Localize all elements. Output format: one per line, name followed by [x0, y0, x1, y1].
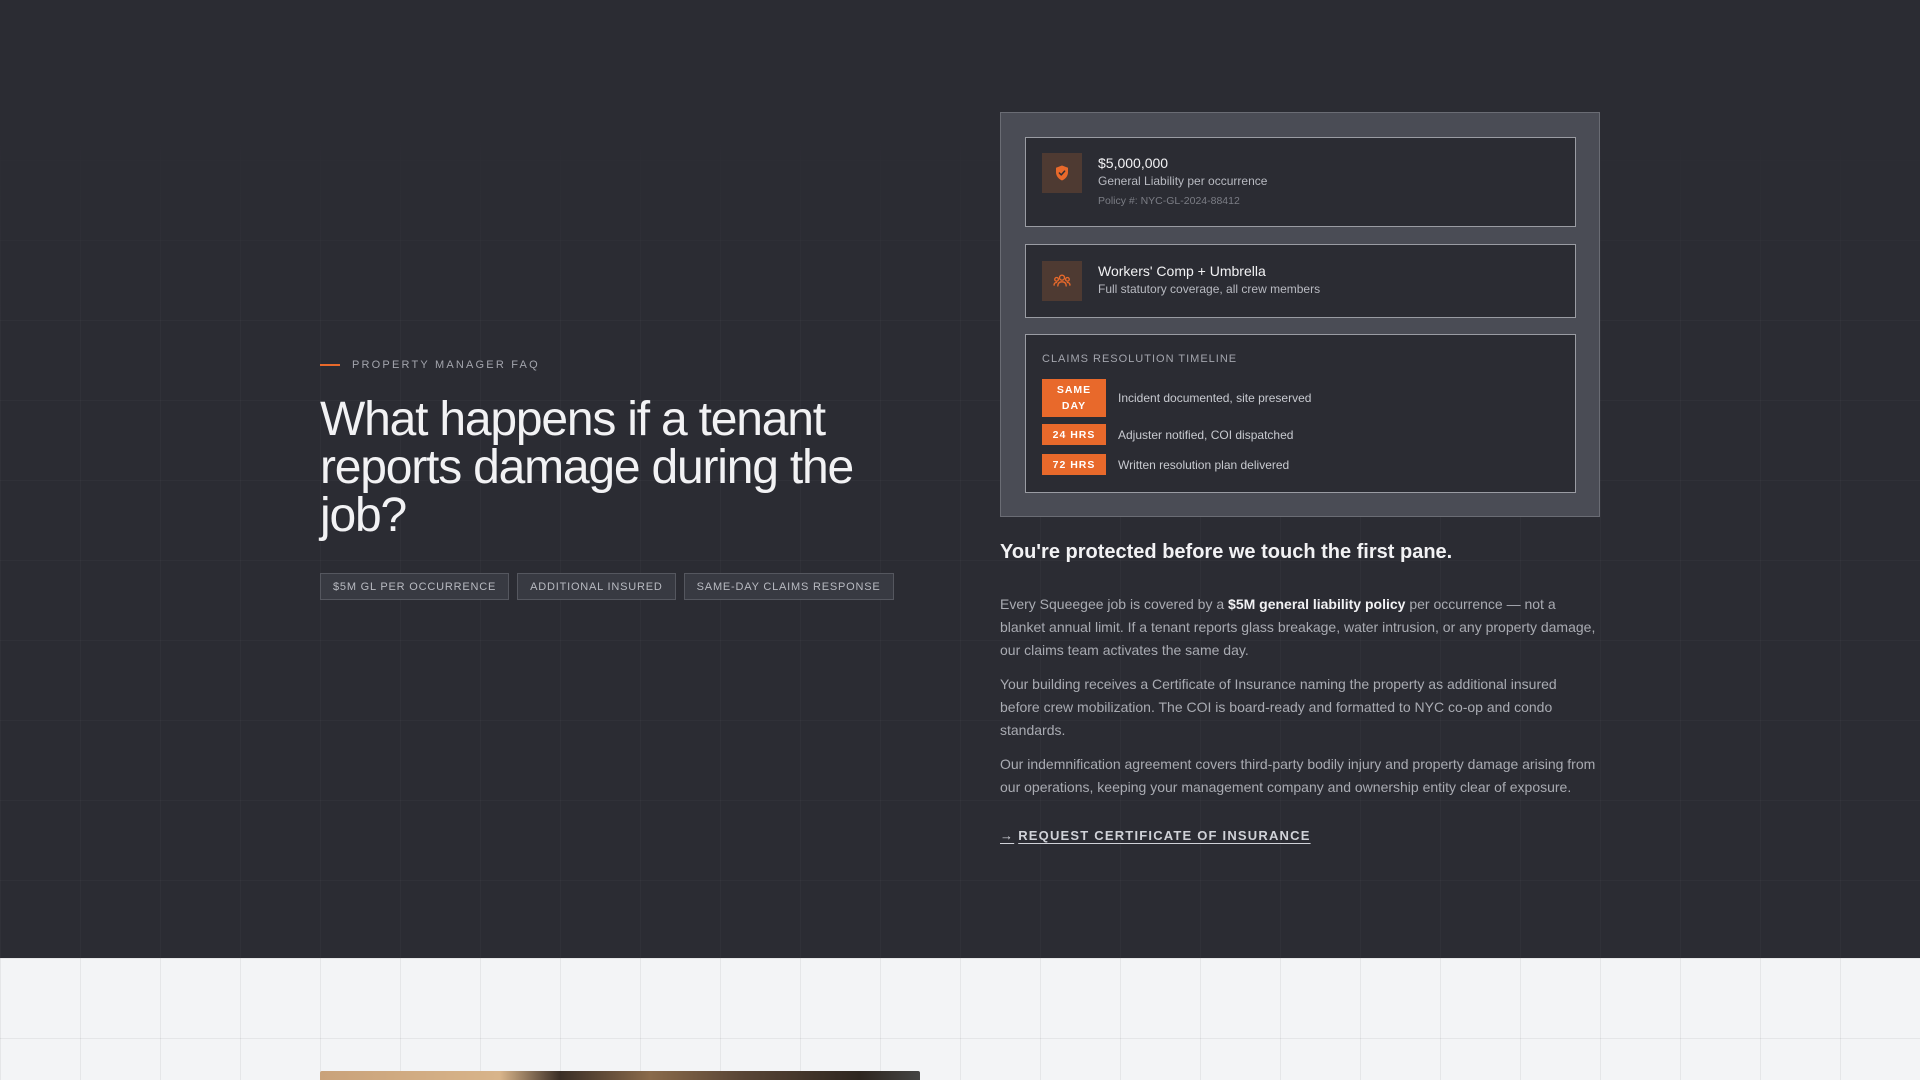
workers-comp-title: Workers' Comp + Umbrella: [1098, 263, 1266, 279]
gl-label: General Liability per occurrence: [1098, 174, 1268, 188]
timeline-badge: 24 HRS: [1042, 424, 1106, 445]
paragraph-highlight: $5M general liability policy: [1228, 596, 1406, 612]
tag-gl: $5M GL PER OCCURRENCE: [320, 573, 510, 600]
section-eyebrow: PROPERTY MANAGER FAQ: [320, 359, 540, 371]
coverage-panel: $5,000,000 General Liability per occurre…: [1000, 112, 1600, 517]
timeline-badge: 72 HRS: [1042, 454, 1106, 475]
eyebrow-dash: [320, 364, 340, 366]
workers-comp-label: Full statutory coverage, all crew member…: [1098, 282, 1321, 296]
claims-timeline-card: CLAIMS RESOLUTION TIMELINE SAME DAY Inci…: [1025, 334, 1576, 493]
timeline-text: Incident documented, site preserved: [1118, 391, 1312, 405]
coverage-tags: $5M GL PER OCCURRENCE ADDITIONAL INSURED…: [320, 573, 894, 600]
timeline-step: 24 HRS Adjuster notified, COI dispatched: [1042, 424, 1293, 445]
shield-check-icon: [1042, 153, 1082, 193]
timeline-text: Adjuster notified, COI dispatched: [1118, 427, 1294, 442]
next-section-background: [0, 958, 1920, 1080]
tag-claims-response: SAME-DAY CLAIMS RESPONSE: [683, 573, 894, 600]
timeline-label: CLAIMS RESOLUTION TIMELINE: [1042, 353, 1238, 365]
timeline-badge: SAME DAY: [1042, 379, 1106, 417]
answer-subheading: You're protected before we touch the fir…: [1000, 541, 1453, 563]
faq-question-heading: What happens if a tenant reports damage …: [320, 393, 854, 542]
request-coi-link[interactable]: → REQUEST CERTIFICATE OF INSURANCE: [1000, 828, 1311, 843]
timeline-text: Written resolution plan delivered: [1118, 457, 1290, 472]
timeline-step: SAME DAY Incident documented, site prese…: [1042, 379, 1311, 417]
paragraph-text: Every Squeegee job is covered by a: [1000, 596, 1229, 612]
answer-paragraph-3: Our indemnification agreement covers thi…: [1000, 756, 1596, 795]
tag-additional-insured: ADDITIONAL INSURED: [517, 573, 676, 600]
gl-card: $5,000,000 General Liability per occurre…: [1025, 137, 1576, 227]
gl-policy-number: Policy #: NYC-GL-2024-88412: [1098, 195, 1240, 207]
timeline-step: 72 HRS Written resolution plan delivered: [1042, 454, 1289, 475]
cta-label: REQUEST CERTIFICATE OF INSURANCE: [1018, 828, 1311, 843]
workers-comp-card: Workers' Comp + Umbrella Full statutory …: [1025, 244, 1576, 318]
answer-paragraph-2: Your building receives a Certificate of …: [1000, 676, 1557, 738]
background-fade: [0, 0, 1920, 330]
crew-photo: [320, 1071, 920, 1080]
arrow-right-icon: →: [1000, 828, 1015, 843]
eyebrow-label: PROPERTY MANAGER FAQ: [352, 359, 540, 371]
crew-icon: [1042, 261, 1082, 301]
answer-paragraph-1: Every Squeegee job is covered by a $5M g…: [1000, 593, 1600, 662]
gl-amount: $5,000,000: [1098, 155, 1169, 171]
